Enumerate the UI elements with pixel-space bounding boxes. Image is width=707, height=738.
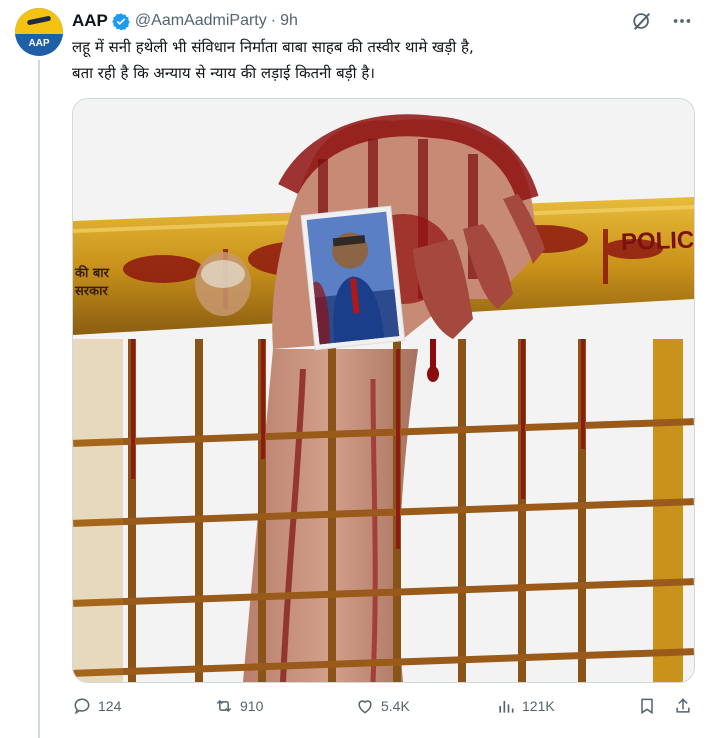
verified-badge-icon — [112, 13, 130, 30]
reply-count: 124 — [98, 698, 122, 714]
bookmark-icon — [641, 698, 653, 715]
header-actions — [631, 10, 693, 32]
post-header: AAP @AamAadmiParty · 9h — [72, 10, 298, 32]
repost-count: 910 — [240, 698, 264, 714]
separator-dot: · — [270, 12, 277, 29]
views-icon — [499, 701, 514, 713]
post-text: लहू में सनी हथेली भी संविधान निर्माता बा… — [72, 34, 687, 86]
post-text-line-2: बता रही है कि अन्याय से न्याय की लड़ाई क… — [72, 64, 375, 82]
author-handle[interactable]: @AamAadmiParty — [135, 12, 267, 30]
reply-icon — [74, 698, 90, 715]
like-count: 5.4K — [381, 698, 410, 714]
more-icon[interactable] — [671, 10, 693, 32]
reply-button[interactable]: 124 — [72, 694, 121, 718]
share-icon — [676, 698, 690, 713]
rail-sign-right: POLIC — [620, 227, 694, 257]
avatar[interactable]: AAP — [15, 8, 63, 56]
like-icon — [358, 700, 372, 714]
repost-icon — [216, 699, 232, 713]
views-button[interactable]: 121K — [496, 694, 555, 718]
rail-sign-left-1: की बार — [74, 265, 110, 281]
post-actions: 124 910 5.4K 121K — [72, 694, 697, 718]
image-illustration: की बार सरकार POLIC — [73, 99, 694, 682]
repost-button[interactable]: 910 — [214, 694, 263, 718]
like-button[interactable]: 5.4K — [355, 694, 410, 718]
thread-line — [38, 60, 40, 738]
grok-icon[interactable] — [631, 10, 653, 32]
bookmark-button[interactable] — [637, 694, 657, 718]
post-text-line-1: लहू में सनी हथेली भी संविधान निर्माता बा… — [72, 38, 474, 56]
author-name[interactable]: AAP — [72, 11, 108, 31]
avatar-text: AAP — [28, 38, 50, 49]
views-count: 121K — [522, 698, 555, 714]
post-image[interactable]: की बार सरकार POLIC — [72, 98, 695, 683]
rail-sign-left-2: सरकार — [74, 284, 108, 299]
post-time[interactable]: 9h — [280, 12, 298, 30]
share-button[interactable] — [673, 694, 693, 718]
